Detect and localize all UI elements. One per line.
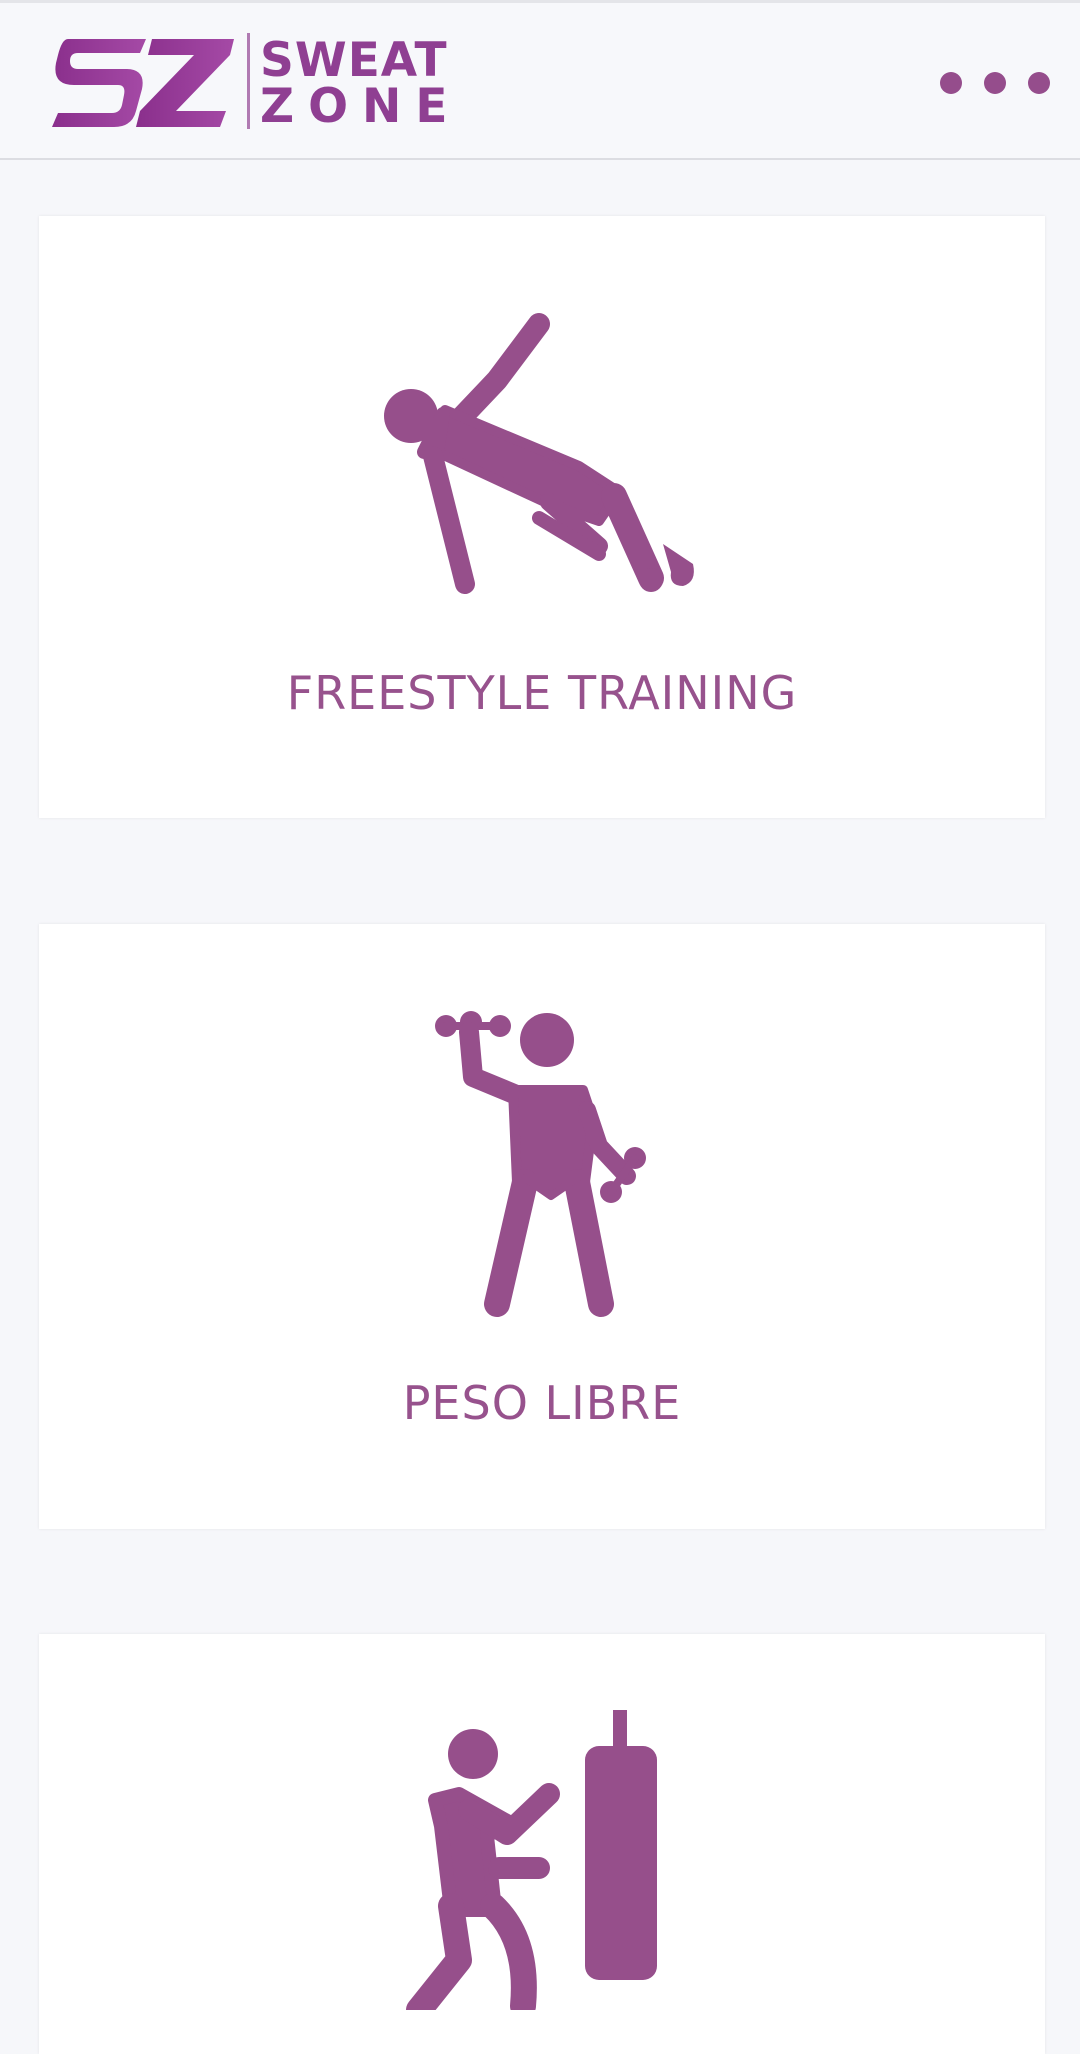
class-card-boxing[interactable] <box>39 1634 1045 2054</box>
dumbbell-weights-icon <box>435 1011 646 1317</box>
more-horizontal-icon-dot <box>940 72 962 94</box>
logo-divider <box>247 33 250 129</box>
more-horizontal-icon-dot <box>1028 72 1050 94</box>
logo-word-zone: ZONE <box>260 79 462 134</box>
class-card-freestyle-training[interactable]: FREESTYLE TRAINING <box>39 216 1045 818</box>
class-card-peso-libre[interactable]: PESO LIBRE <box>39 924 1045 1529</box>
sweat-zone-logo[interactable]: SWEAT ZONE <box>48 33 458 133</box>
punching-bag-icon <box>406 1710 657 2010</box>
app-header: SWEAT ZONE <box>0 0 1080 160</box>
more-options-button[interactable] <box>940 63 1050 103</box>
sz-monogram-icon <box>52 39 234 127</box>
freestyle-training-icon <box>384 313 694 594</box>
card-title: FREESTYLE TRAINING <box>286 666 798 720</box>
logo-word-sweat: SWEAT <box>260 33 448 88</box>
more-horizontal-icon-dot <box>984 72 1006 94</box>
card-title: PESO LIBRE <box>402 1376 682 1430</box>
